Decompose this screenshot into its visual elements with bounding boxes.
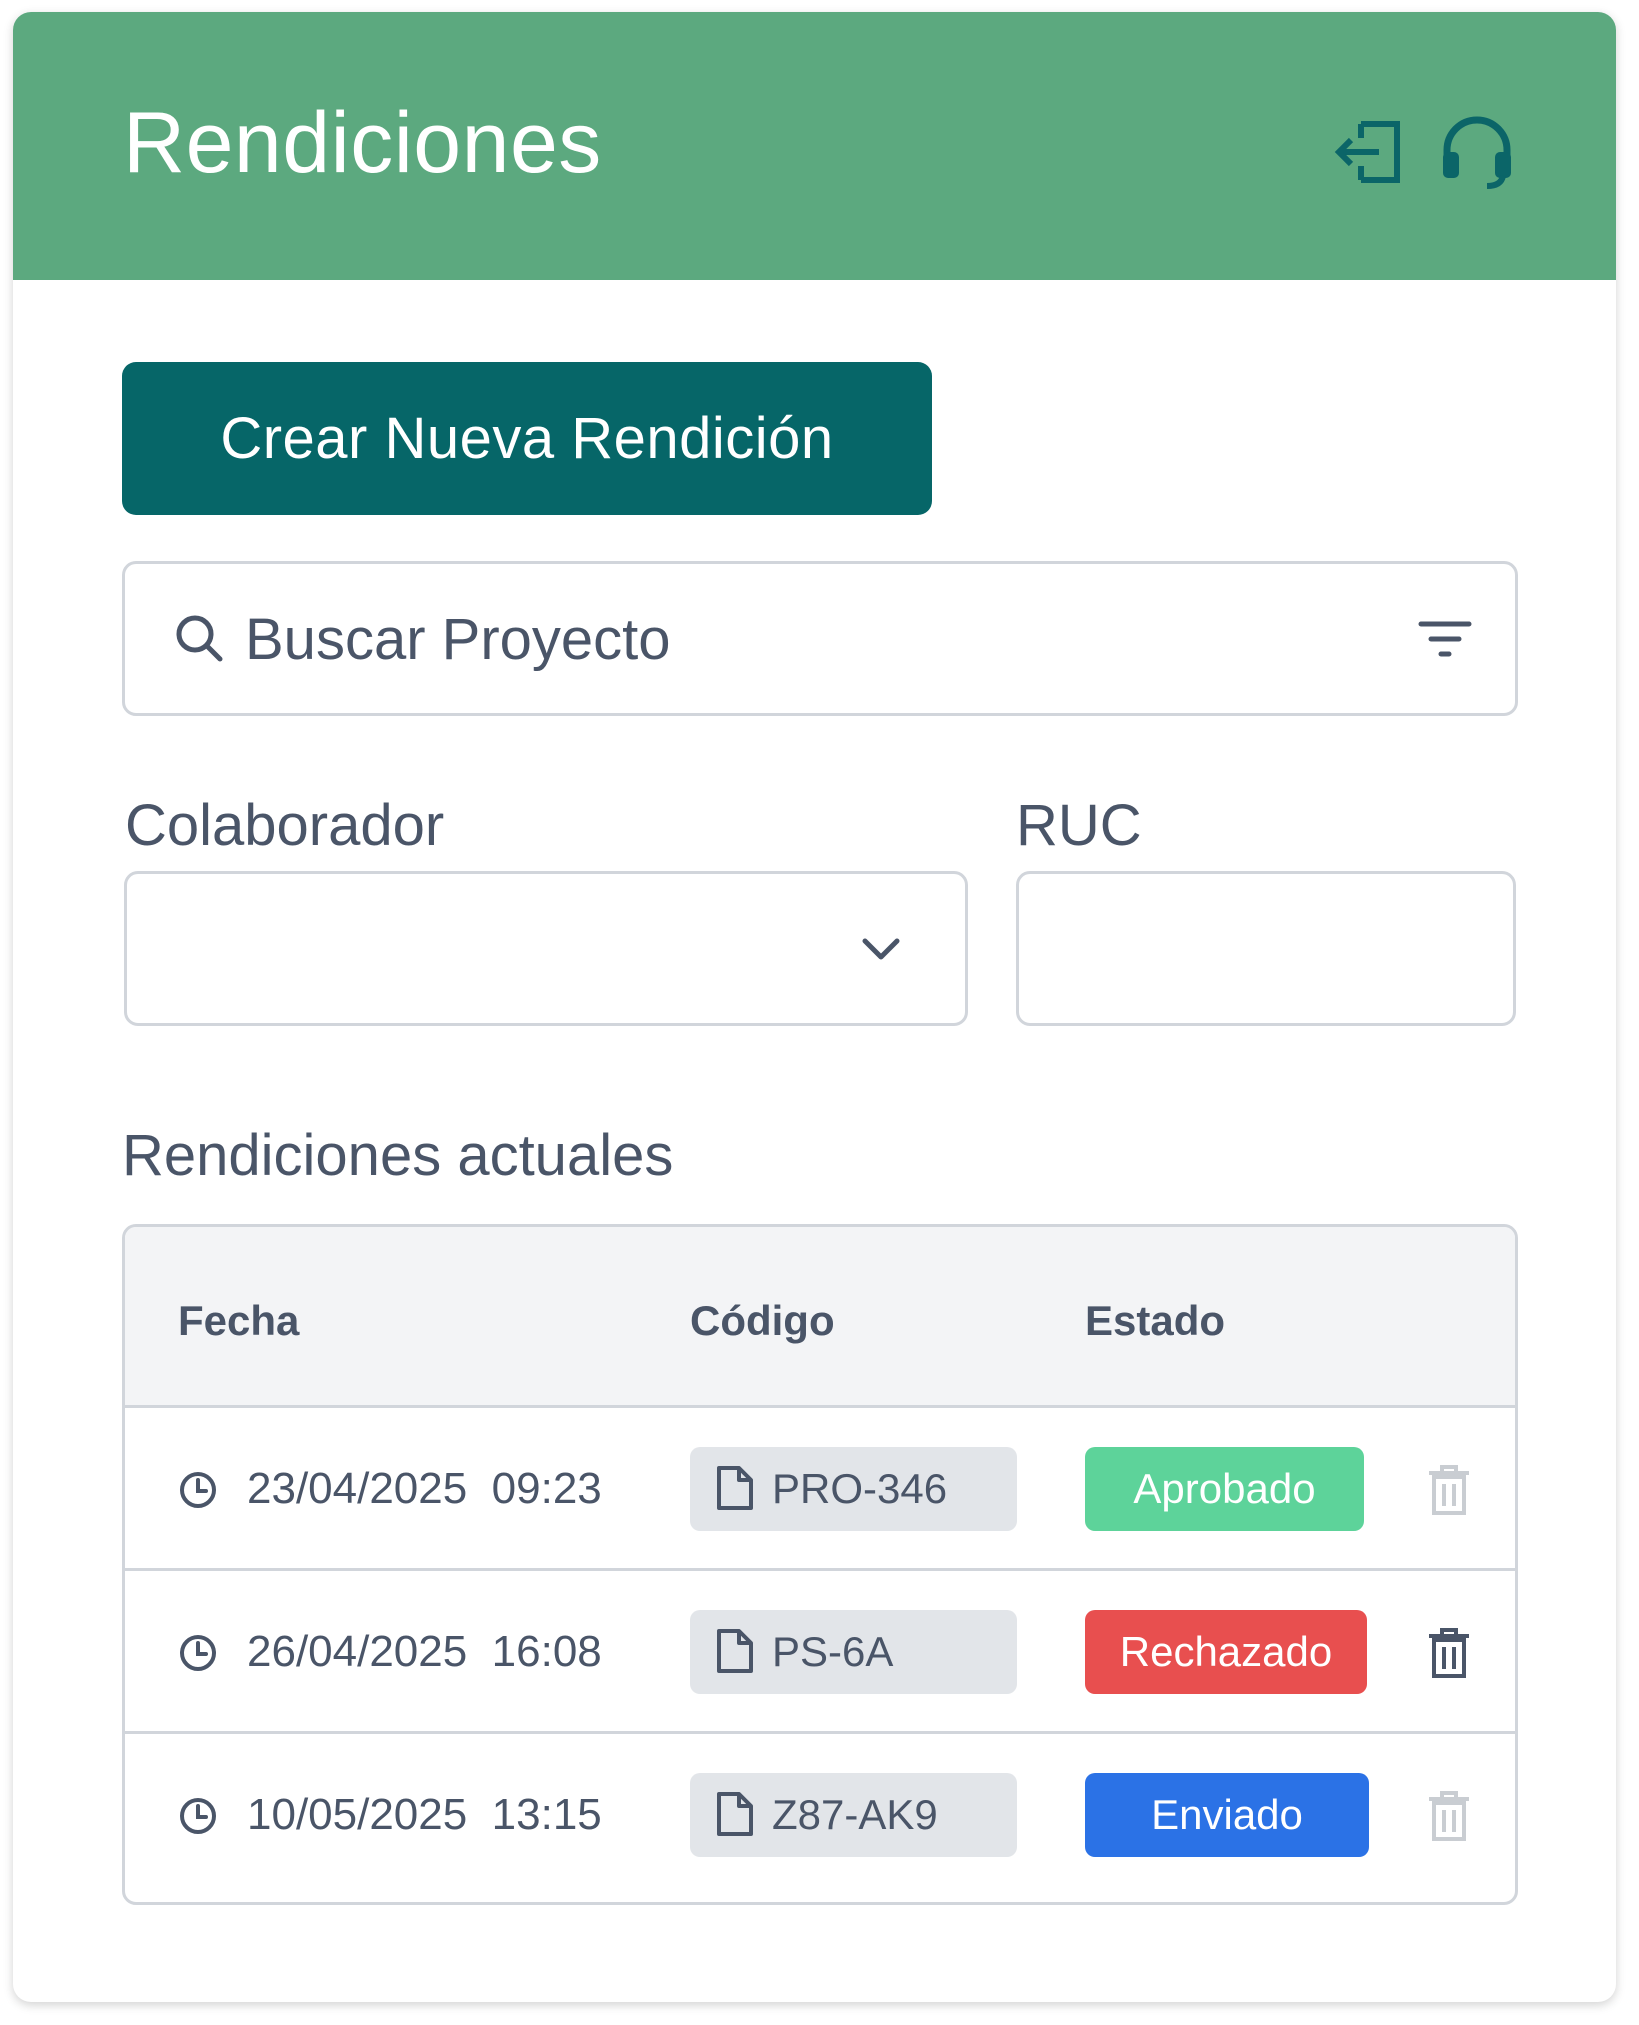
search-field[interactable]	[122, 561, 1518, 716]
ruc-label: RUC	[1016, 793, 1142, 858]
row-datetime: 10/05/2025 13:15	[247, 1790, 602, 1840]
page-title: Rendiciones	[123, 95, 602, 191]
row-date: 23/04/2025	[247, 1464, 468, 1513]
document-icon	[715, 1791, 755, 1837]
clock-icon	[178, 1470, 218, 1510]
row-code: PS-6A	[772, 1628, 894, 1675]
code-chip: PS-6A	[690, 1610, 1017, 1694]
chevron-down-icon	[859, 931, 903, 967]
ruc-input[interactable]	[1016, 871, 1516, 1026]
app-header: Rendiciones	[13, 12, 1616, 280]
status-badge: Aprobado	[1085, 1447, 1364, 1531]
table-row[interactable]: 26/04/2025 16:08 PS-6A Rechazado	[125, 1571, 1515, 1734]
code-chip: PRO-346	[690, 1447, 1017, 1531]
row-time: 13:15	[491, 1790, 602, 1839]
search-input[interactable]	[245, 594, 1345, 684]
trash-icon[interactable]	[1427, 1464, 1471, 1516]
row-date: 26/04/2025	[247, 1627, 468, 1676]
headset-icon[interactable]	[1437, 112, 1517, 192]
create-rendicion-button[interactable]: Crear Nueva Rendición	[122, 362, 932, 515]
row-time: 09:23	[491, 1464, 602, 1513]
row-time: 16:08	[491, 1627, 602, 1676]
table-row[interactable]: 10/05/2025 13:15 Z87-AK9 Enviado	[125, 1734, 1515, 1897]
document-icon	[715, 1628, 755, 1674]
rendiciones-table: Fecha Código Estado 23/04/2025 09:23 PRO…	[122, 1224, 1518, 1905]
clock-icon	[178, 1633, 218, 1673]
row-code: PRO-346	[772, 1465, 948, 1512]
colaborador-select[interactable]	[124, 871, 968, 1026]
status-badge: Rechazado	[1085, 1610, 1367, 1694]
row-datetime: 26/04/2025 16:08	[247, 1627, 602, 1677]
column-header-codigo: Código	[690, 1297, 835, 1344]
clock-icon	[178, 1796, 218, 1836]
logout-icon[interactable]	[1331, 112, 1411, 192]
row-datetime: 23/04/2025 09:23	[247, 1464, 602, 1514]
status-badge: Enviado	[1085, 1773, 1369, 1857]
code-chip: Z87-AK9	[690, 1773, 1017, 1857]
rendiciones-card: Rendiciones Crear Nueva Rendición Buscar…	[13, 12, 1616, 2002]
colaborador-label: Colaborador	[125, 793, 445, 858]
column-header-fecha: Fecha	[178, 1297, 300, 1344]
section-title: Rendiciones actuales	[122, 1123, 674, 1188]
table-header: Fecha Código Estado	[125, 1227, 1515, 1408]
trash-icon[interactable]	[1427, 1627, 1471, 1679]
filter-icon[interactable]	[1415, 614, 1475, 664]
search-icon	[173, 612, 225, 664]
table-row[interactable]: 23/04/2025 09:23 PRO-346 Aprobado	[125, 1408, 1515, 1571]
row-code: Z87-AK9	[772, 1791, 938, 1838]
column-header-estado: Estado	[1085, 1297, 1226, 1344]
trash-icon[interactable]	[1427, 1790, 1471, 1842]
row-date: 10/05/2025	[247, 1790, 468, 1839]
document-icon	[715, 1465, 755, 1511]
